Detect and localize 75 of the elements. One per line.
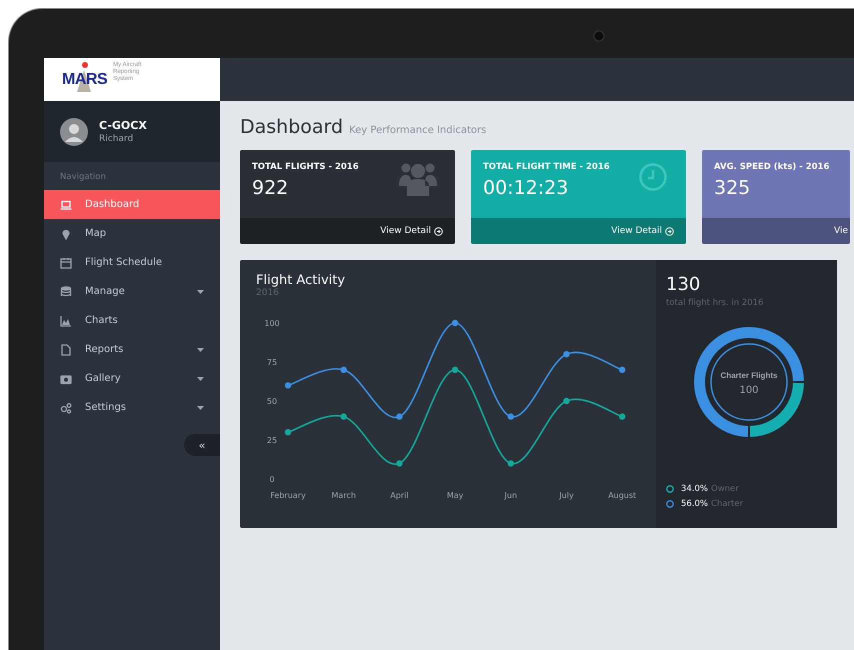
- nav-item[interactable]: Flight Schedule: [44, 248, 220, 277]
- data-point: [563, 351, 570, 358]
- database-icon: [60, 286, 72, 298]
- x-axis-label: February: [270, 491, 306, 500]
- y-axis-label: 75: [266, 358, 278, 367]
- data-point: [396, 413, 403, 420]
- nav-item[interactable]: Map: [44, 219, 220, 248]
- stat-value: 00:12:23: [483, 177, 570, 199]
- arrow-circle-icon: [665, 226, 674, 236]
- page-subtitle: Key Performance Indicators: [349, 125, 486, 136]
- caret-icon: [197, 406, 204, 410]
- arrow-circle-icon: [434, 226, 443, 236]
- x-axis-label: Jun: [504, 491, 518, 500]
- legend-percent: 56.0%: [681, 499, 708, 509]
- y-axis-label: 25: [266, 436, 278, 445]
- y-axis-label: 100: [264, 319, 280, 328]
- caret-icon: [197, 290, 204, 294]
- total-caption: total flight hrs. in 2016: [666, 298, 764, 308]
- stat-label: TOTAL FLIGHT TIME - 2016: [483, 162, 610, 172]
- map-pin-icon: [60, 228, 72, 240]
- legend-label: Charter: [711, 499, 744, 509]
- data-point: [508, 413, 514, 420]
- x-axis-label: July: [559, 491, 574, 500]
- x-axis-label: March: [332, 491, 356, 500]
- user-name: C-GOCX: [99, 119, 147, 132]
- legend-percent: 34.0%: [681, 484, 708, 494]
- data-point: [396, 460, 403, 467]
- donut-value: 100: [739, 385, 759, 396]
- settings-icon: [60, 402, 72, 414]
- panel-title: Flight Activity: [256, 273, 346, 288]
- view-detail-link[interactable]: View Detail: [611, 226, 674, 236]
- x-axis-label: August: [608, 491, 636, 500]
- nav-heading: Navigation: [59, 171, 107, 184]
- page-title: Dashboard: [240, 116, 344, 138]
- clock-icon: [638, 162, 668, 192]
- user-role: Richard: [99, 134, 134, 144]
- camera-icon: [593, 30, 605, 42]
- view-detail-link[interactable]: View Detail: [380, 226, 443, 236]
- area-chart-icon: [60, 314, 72, 326]
- document-icon: [60, 344, 72, 356]
- nav-item[interactable]: Gallery: [44, 364, 220, 393]
- stat-label: TOTAL FLIGHTS - 2016: [252, 162, 359, 172]
- caret-icon: [197, 348, 204, 352]
- nav-item[interactable]: Charts: [44, 306, 220, 335]
- donut-title: Charter Flights: [720, 371, 778, 380]
- x-axis-label: May: [446, 491, 464, 500]
- y-axis-label: 50: [266, 397, 278, 406]
- stat-value: 922: [252, 177, 290, 199]
- data-point: [340, 413, 347, 420]
- data-point: [452, 320, 458, 326]
- data-point: [284, 382, 292, 389]
- y-axis-label: 0: [269, 475, 275, 484]
- x-axis-label: April: [390, 491, 409, 500]
- collapse-button[interactable]: «: [184, 434, 220, 456]
- data-point: [452, 366, 458, 373]
- total-hours: 130: [666, 274, 702, 295]
- nav-item[interactable]: Reports: [44, 335, 220, 364]
- view-detail-link[interactable]: Vie: [834, 226, 848, 236]
- data-point: [563, 398, 570, 404]
- data-point: [619, 366, 626, 373]
- laptop-icon: [60, 198, 72, 210]
- stat-value: 325: [714, 177, 752, 199]
- users-icon: [399, 162, 437, 196]
- nav-item[interactable]: Settings: [44, 393, 220, 422]
- data-point: [284, 429, 292, 436]
- nav-item[interactable]: Manage: [44, 277, 220, 306]
- avatar: [60, 118, 88, 146]
- calendar-icon: [60, 256, 72, 268]
- legend-label: Owner: [711, 484, 739, 494]
- data-point: [508, 460, 514, 467]
- stat-label: AVG. SPEED (kts) - 2016: [714, 162, 830, 172]
- data-point: [619, 413, 626, 420]
- caret-icon: [197, 376, 204, 380]
- camera-icon: [60, 372, 72, 384]
- data-point: [340, 366, 347, 373]
